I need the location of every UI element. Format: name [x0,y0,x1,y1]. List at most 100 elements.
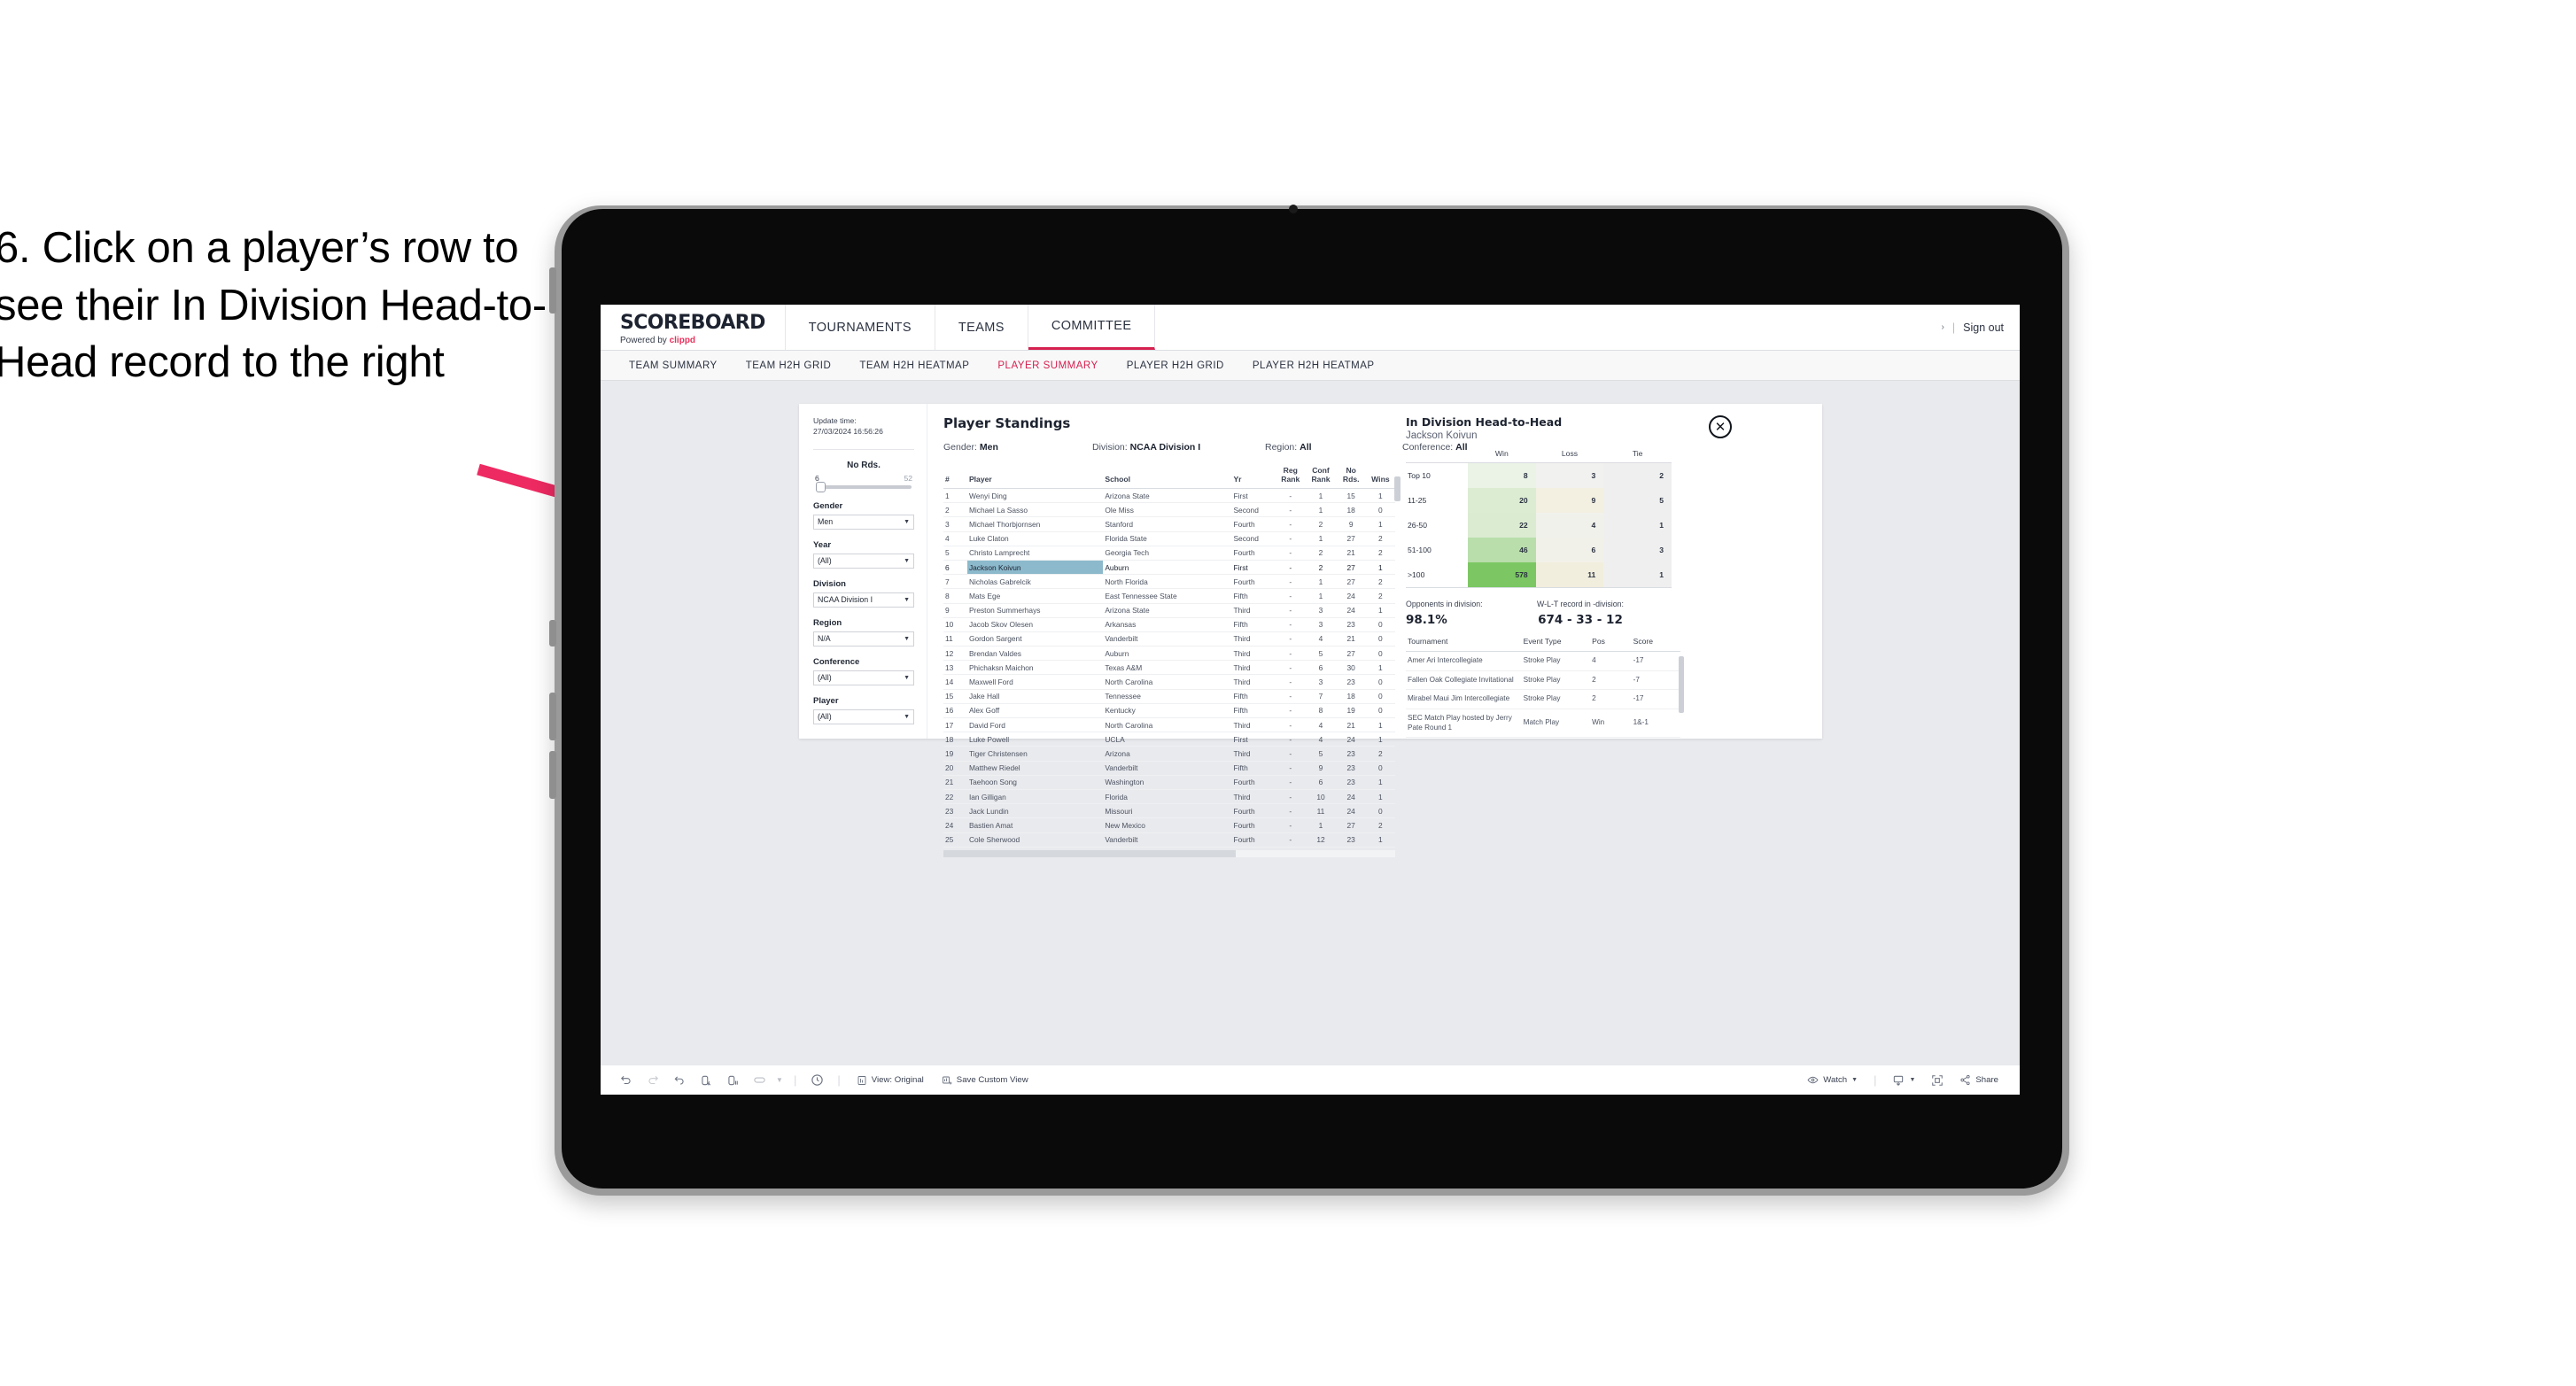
subnav-team-summary[interactable]: TEAM SUMMARY [615,360,732,371]
table-row[interactable]: 16 Alex Goff Kentucky Fifth -8 19 0 [943,703,1395,719]
col-yr[interactable]: Yr [1231,462,1276,489]
subnav-player-h2h-heatmap[interactable]: PLAYER H2H HEATMAP [1238,360,1389,371]
table-row[interactable]: 12 Brendan Valdes Auburn Third -5 27 0 [943,646,1395,662]
tournament-row[interactable]: SEC Match Play hosted by Jerry Pate Roun… [1406,708,1680,739]
standings-hscroll-thumb[interactable] [943,849,1236,857]
filter-player-select[interactable]: (All) ▼ [813,708,914,724]
clock-icon[interactable] [803,1065,830,1096]
tablet-volume-up[interactable] [549,693,556,740]
tournament-pos: 4 [1590,651,1632,671]
topnav-committee[interactable]: COMMITTEE [1028,305,1156,350]
refresh-icon[interactable] [693,1065,719,1096]
subnav-player-h2h-grid[interactable]: PLAYER H2H GRID [1113,360,1238,371]
table-row[interactable]: 15 Jake Hall Tennessee Fifth -7 18 0 [943,689,1395,704]
download-button[interactable]: ▼ [1883,1074,1924,1087]
table-row[interactable]: 7 Nicholas Gabrelcik North Florida Fourth -1… [943,574,1395,590]
subnav-player-summary[interactable]: PLAYER SUMMARY [983,360,1112,371]
topnav-teams[interactable]: TEAMS [935,305,1028,350]
tournament-row[interactable]: Mirabel Maui Jim Intercollegiate Stroke P… [1406,689,1680,709]
account-chevron-icon[interactable]: › [1942,322,1944,332]
table-row[interactable]: 1 Wenyi Ding Arizona State First -1 15 1 [943,488,1395,504]
brand-logo[interactable]: SCOREBOARD Powered by clippd [601,305,786,350]
undo-icon[interactable] [613,1065,640,1096]
row-player: Phichaksn Maichon [966,660,1104,676]
standings-vertical-scrollbar[interactable] [1394,476,1401,501]
table-row[interactable]: 2 Michael La Sasso Ole Miss Second -1 18 0 [943,502,1395,518]
filter-gender-select[interactable]: Men ▼ [813,514,914,530]
col-wins[interactable]: Wins [1365,462,1395,489]
share-button[interactable]: Share [1951,1074,2007,1086]
col-rank[interactable]: # [943,462,967,489]
filter-year-label: Year [813,539,832,550]
table-row[interactable]: 22 Ian Gilligan Florida Third -10 24 1 [943,789,1395,805]
table-row[interactable]: 21 Taehoon Song Washington Fourth -6 23 1 [943,775,1395,790]
row-wins: 2 [1365,588,1395,604]
row-wins: 1 [1365,832,1395,848]
table-row[interactable]: 14 Maxwell Ford North Carolina Third -3 23 0 [943,674,1395,690]
h2h-row: 11-25 20 9 5 [1406,488,1672,513]
table-row[interactable]: 23 Jack Lundin Missouri Fourth -11 24 0 [943,803,1395,819]
tablet-button-2[interactable] [549,620,556,647]
subnav-team-h2h-grid[interactable]: TEAM H2H GRID [732,360,846,371]
save-custom-view-button[interactable]: Save Custom View [933,1075,1037,1086]
watch-button[interactable]: Watch ▼ [1798,1074,1866,1086]
revert-icon[interactable] [666,1065,693,1096]
col-no-rds[interactable]: No Rds. [1336,462,1366,489]
table-row[interactable]: 18 Luke Powell UCLA First -4 24 1 [943,732,1395,747]
fullscreen-icon[interactable] [1924,1065,1951,1096]
h2h-col-loss: Loss [1535,449,1604,463]
table-row[interactable]: 3 Michael Thorbjornsen Stanford Fourth -2 9 1 [943,516,1395,532]
tournaments-scrollbar[interactable] [1679,656,1684,713]
table-row[interactable]: 6 Jackson Koivun Auburn First -2 27 1 [943,560,1395,576]
chevron-down-icon: ▼ [1851,1077,1858,1083]
table-row[interactable]: 5 Christo Lamprecht Georgia Tech Fourth -2 21… [943,546,1395,561]
filter-region-select[interactable]: N/A ▼ [813,631,914,647]
filter-conference-select[interactable]: (All) ▼ [813,670,914,685]
h2h-cell-win: 46 [1468,538,1536,562]
table-row[interactable]: 13 Phichaksn Maichon Texas A&M Third -6 30 1 [943,660,1395,676]
filter-player-label: Player [813,695,839,706]
sign-out-link[interactable]: Sign out [1963,321,2004,334]
standings-horizontal-scrollbar[interactable] [943,849,1395,857]
redo-icon[interactable] [640,1065,666,1096]
tablet-power-button[interactable] [549,267,556,314]
toolbar-divider-3: | [1874,1073,1877,1087]
view-original-button[interactable]: View: Original [848,1075,933,1086]
chevron-down-icon[interactable]: ▼ [772,1065,787,1096]
row-yr: Third [1231,717,1276,733]
no-rds-slider-track[interactable] [816,481,912,492]
tournament-row[interactable]: Fallen Oak Collegiate Invitational Stroke… [1406,670,1680,691]
table-row[interactable]: 17 David Ford North Carolina Third -4 21 1 [943,717,1395,733]
pause-icon[interactable] [719,1065,746,1096]
standings-thead: # Player School Yr Reg Rank Conf Rank No… [943,462,1395,489]
subnav-team-h2h-heatmap[interactable]: TEAM H2H HEATMAP [845,360,983,371]
col-school[interactable]: School [1103,462,1232,489]
table-row[interactable]: 24 Bastien Amat New Mexico Fourth -1 27 2 [943,817,1395,833]
tournament-score: -7 [1631,670,1680,691]
col-reg-rank[interactable]: Reg Rank [1276,462,1306,489]
table-row[interactable]: 11 Gordon Sargent Vanderbilt Third -4 21 0 [943,631,1395,647]
table-row[interactable]: 19 Tiger Christensen Arizona Third -5 23 2 [943,746,1395,762]
filter-year-select[interactable]: (All) ▼ [813,553,914,569]
col-conf-rank[interactable]: Conf Rank [1305,462,1337,489]
tablet-volume-down[interactable] [549,751,556,799]
pill-icon[interactable] [746,1065,772,1096]
topnav-tournaments[interactable]: TOURNAMENTS [786,305,935,350]
table-row[interactable]: 25 Cole Sherwood Vanderbilt Fourth -12 23 1 [943,832,1395,848]
col-player[interactable]: Player [966,462,1104,489]
tournament-row[interactable]: Amer Ari Intercollegiate Stroke Play 4 -17 [1406,651,1680,671]
row-school: Texas A&M [1103,660,1232,676]
tournament-score: -17 [1631,689,1680,709]
table-row[interactable]: 10 Jacob Skov Olesen Arkansas Fifth -3 23 0 [943,617,1395,632]
table-row[interactable]: 8 Mats Ege East Tennessee State Fifth -1 24 2 [943,588,1395,604]
table-row[interactable]: 20 Matthew Riedel Vanderbilt Fifth -9 23 0 [943,761,1395,776]
h2h-cell-loss: 4 [1535,513,1604,538]
filter-division-select[interactable]: NCAA Division I ▼ [813,592,914,608]
table-row[interactable]: 9 Preston Summerhays Arizona State Third -3 2… [943,603,1395,618]
row-conf-rank: 10 [1305,789,1337,805]
table-row[interactable]: 4 Luke Claton Florida State Second -1 27 2 [943,531,1395,546]
no-rds-slider-handle[interactable] [816,481,826,492]
close-icon[interactable]: ✕ [1709,415,1732,438]
row-rank: 11 [943,631,967,647]
row-conf-rank: 5 [1305,646,1337,662]
